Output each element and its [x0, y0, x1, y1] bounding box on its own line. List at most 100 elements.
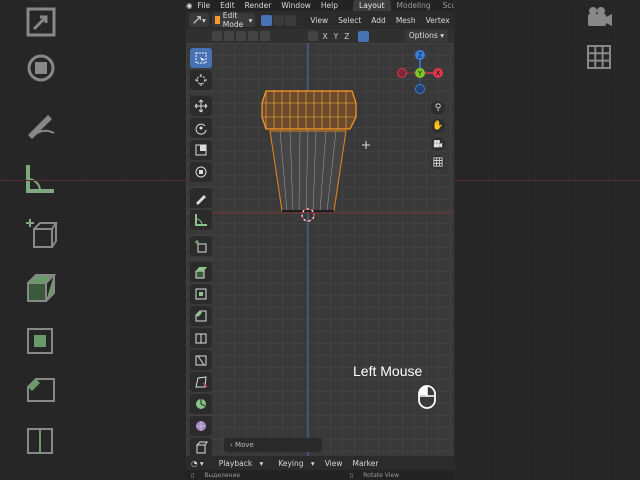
background-left-panel	[0, 0, 186, 480]
smooth-tool[interactable]	[190, 416, 212, 436]
annotate-tool[interactable]	[190, 188, 212, 208]
left-toolbar	[190, 48, 214, 480]
face-select-button[interactable]	[285, 14, 297, 26]
navigation-gizmo[interactable]: Z X Y	[392, 47, 448, 103]
bevel-tool-icon	[195, 310, 207, 322]
menu-mesh[interactable]: Mesh	[391, 16, 421, 25]
editor-type-clock-icon[interactable]: ◔ ▾	[186, 459, 209, 468]
select-subtract-icon[interactable]	[236, 31, 246, 41]
select-intersect-icon[interactable]	[260, 31, 270, 41]
gizmo-x-label: X	[436, 70, 441, 78]
mode-select[interactable]: Edit Mode ▾	[211, 11, 256, 29]
input-overlay-text: Left Mouse	[353, 363, 423, 379]
operator-label: Move	[235, 441, 254, 449]
zoom-button[interactable]: ⚲	[431, 101, 445, 115]
axis-y-toggle[interactable]: Y	[331, 32, 342, 41]
pan-button[interactable]: ✋	[431, 119, 445, 133]
ortho-toggle-button[interactable]	[431, 155, 445, 169]
viewport-scene	[186, 43, 454, 456]
menu-view[interactable]: View	[305, 16, 333, 25]
keying-menu[interactable]: Keying ▾	[268, 459, 319, 468]
inset-tool-icon	[195, 288, 207, 300]
extrude-tool-icon	[195, 267, 207, 279]
cup-mesh	[261, 90, 357, 212]
add-cube-icon	[18, 214, 64, 254]
3d-viewport[interactable]: Z X Y ⚲ ✋ › Move	[186, 43, 454, 480]
add-cube-tool[interactable]	[190, 236, 212, 256]
axes-icon	[193, 16, 201, 24]
grid-icon	[433, 157, 443, 167]
timeline-header: ◔ ▾ Playback ▾ Keying ▾ View Marker	[186, 456, 454, 470]
menu-file[interactable]: File	[193, 1, 216, 10]
cursor-tool[interactable]	[190, 70, 212, 90]
poly-build-tool[interactable]	[190, 372, 212, 392]
playback-menu[interactable]: Playback ▾	[209, 459, 269, 468]
move-icon	[194, 99, 208, 113]
editor-type-button[interactable]: ▾	[189, 13, 209, 27]
shrink-fatten-tool[interactable]	[190, 438, 212, 458]
menu-add[interactable]: Add	[366, 16, 391, 25]
vertex-select-button[interactable]	[261, 14, 273, 26]
last-operator-panel[interactable]: › Move	[224, 438, 322, 452]
bevel-tool[interactable]	[190, 306, 212, 326]
hand-icon: ✋	[432, 121, 444, 131]
gizmo-y-label: Y	[417, 70, 423, 78]
status-bar: ▯ Выделение ▯ Rotate View	[186, 470, 454, 480]
smooth-tool-icon	[196, 421, 206, 431]
select-extend-icon[interactable]	[224, 31, 234, 41]
viewport-header: ▾ Edit Mode ▾ View Select Add Mesh Verte…	[186, 11, 454, 29]
select-mode-buttons	[261, 14, 297, 26]
status-left-text: Выделение	[204, 471, 241, 479]
menu-select[interactable]: Select	[333, 16, 366, 25]
measure-tool[interactable]	[190, 210, 212, 230]
tab-sculpting[interactable]: Sculpting	[437, 0, 454, 11]
edit-mode-icon	[214, 16, 220, 24]
select-box-mode-icon[interactable]	[212, 31, 222, 41]
transform-icon	[18, 48, 64, 88]
poly-build-tool-icon	[195, 376, 208, 388]
menu-help[interactable]: Help	[316, 1, 343, 10]
extrude-tool[interactable]	[190, 262, 212, 282]
select-box-tool[interactable]	[190, 48, 212, 68]
camera-icon	[584, 4, 614, 30]
inset-tool[interactable]	[190, 284, 212, 304]
menu-window[interactable]: Window	[276, 1, 316, 10]
keying-label: Keying	[278, 458, 304, 468]
select-box-icon	[195, 52, 207, 64]
camera-view-button[interactable]	[431, 137, 445, 151]
scale-tool[interactable]	[190, 140, 212, 160]
background-x-axis-line-right	[454, 180, 640, 181]
marker-menu[interactable]: Marker	[348, 459, 384, 468]
transform-tool-icon	[195, 166, 207, 178]
menu-render[interactable]: Render	[240, 1, 277, 10]
status-right-text: Rotate View	[363, 471, 399, 479]
transform-tool[interactable]	[190, 162, 212, 182]
edge-select-button[interactable]	[273, 14, 285, 26]
tab-modeling[interactable]: Modeling	[391, 0, 437, 11]
tab-layout[interactable]: Layout	[353, 0, 391, 11]
move-tool[interactable]	[190, 96, 212, 116]
extrude-icon	[18, 268, 64, 308]
camera-view-icon	[433, 139, 443, 148]
blender-window: ◉ File Edit Render Window Help Layout Mo…	[186, 0, 454, 480]
menu-edit[interactable]: Edit	[215, 1, 240, 10]
tool-header: X Y Z Options ▾	[186, 29, 454, 43]
knife-tool-icon	[195, 355, 207, 366]
knife-tool[interactable]	[190, 350, 212, 370]
select-difference-icon[interactable]	[248, 31, 258, 41]
timeline-view-menu[interactable]: View	[320, 459, 348, 468]
loop-cut-tool-icon	[195, 333, 207, 344]
auto-merge-icon[interactable]	[358, 30, 370, 42]
mirror-icon[interactable]	[307, 31, 318, 41]
options-dropdown[interactable]: Options ▾	[404, 30, 448, 42]
loop-cut-tool[interactable]	[190, 328, 212, 348]
spin-tool[interactable]	[190, 394, 212, 414]
background-x-axis-line	[0, 180, 186, 181]
gizmo-z-label: Z	[418, 52, 423, 60]
spin-tool-icon	[196, 399, 206, 409]
cursor-icon	[195, 74, 207, 86]
axis-x-toggle[interactable]: X	[320, 32, 331, 41]
rotate-tool[interactable]	[190, 118, 212, 138]
axis-z-toggle[interactable]: Z	[341, 32, 352, 41]
menu-vertex[interactable]: Vertex	[421, 16, 454, 25]
